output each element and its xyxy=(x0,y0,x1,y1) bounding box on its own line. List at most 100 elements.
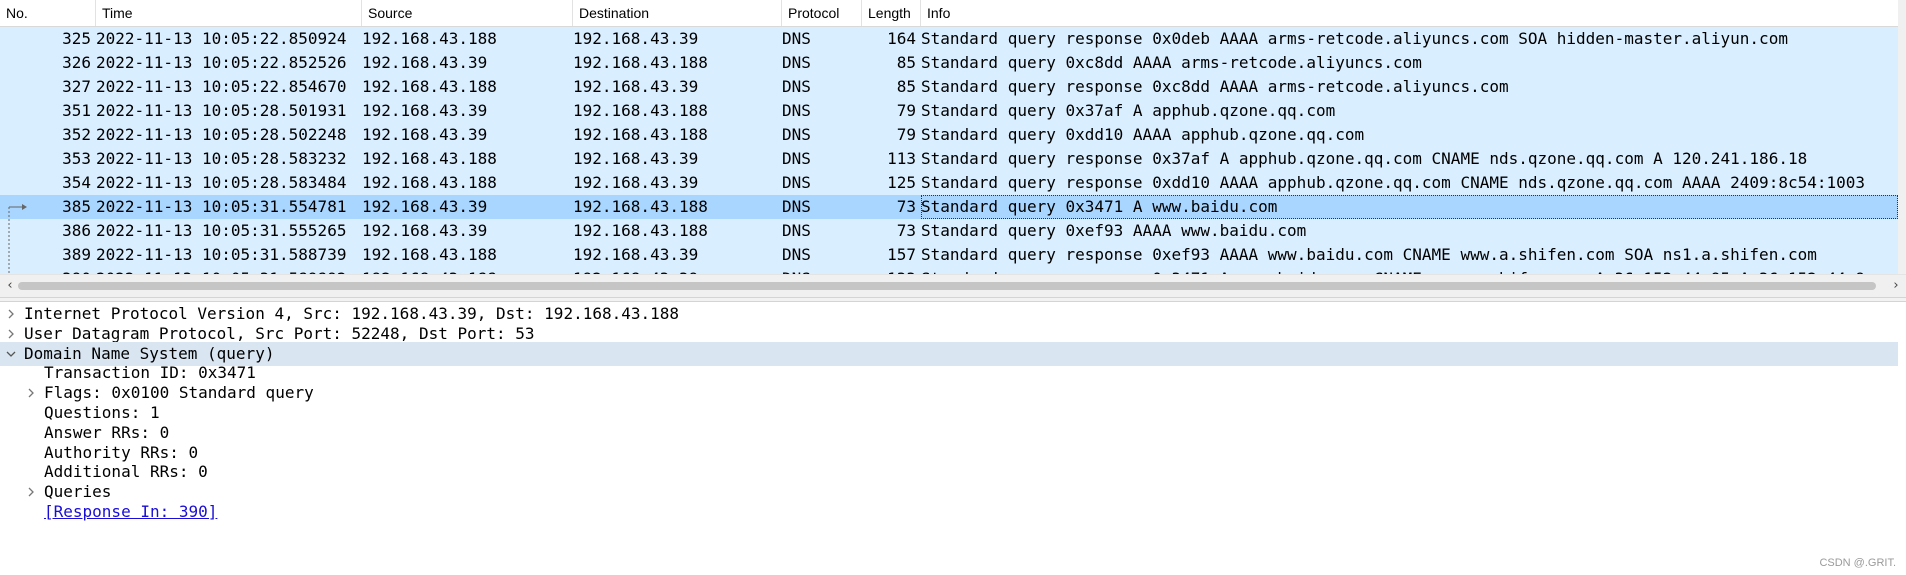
packet-list-header: No. Time Source Destination Protocol Len… xyxy=(0,0,1906,27)
packet-row[interactable]: 390 2022-11-13 10:05:31.589892 192.168.43.… xyxy=(0,267,1898,274)
packet-destination: 192.168.43.39 xyxy=(573,77,699,96)
packet-no: 390 xyxy=(0,267,91,274)
column-header-destination[interactable]: Destination xyxy=(573,0,782,26)
packet-protocol: DNS xyxy=(782,221,811,240)
packet-destination: 192.168.43.39 xyxy=(573,29,699,48)
packet-no: 386 xyxy=(62,221,91,240)
packet-length: 85 xyxy=(896,53,916,72)
packet-row[interactable]: 327 2022-11-13 10:05:22.854670 192.168.43.… xyxy=(0,75,1898,99)
packet-row[interactable]: 352 2022-11-13 10:05:28.502248 192.168.43.… xyxy=(0,123,1898,147)
packet-no: 385 xyxy=(62,197,91,216)
packet-length: 157 xyxy=(887,245,916,264)
packet-length: 133 xyxy=(862,267,916,274)
packet-no: 389 xyxy=(62,245,91,264)
packet-list-pane[interactable]: No. Time Source Destination Protocol Len… xyxy=(0,0,1906,298)
scroll-left-icon[interactable]: ‹ xyxy=(2,277,18,295)
packet-length: 79 xyxy=(896,101,916,120)
packet-source: 192.168.43.188 xyxy=(362,267,570,274)
packet-source: 192.168.43.188 xyxy=(362,77,497,96)
packet-time: 2022-11-13 10:05:31.589892 xyxy=(96,267,358,274)
packet-row[interactable]: 325 2022-11-13 10:05:22.850924 192.168.43.… xyxy=(0,27,1898,51)
packet-info: Standard query 0xdd10 AAAA apphub.qzone.… xyxy=(921,125,1365,144)
packet-source: 192.168.43.188 xyxy=(362,245,497,264)
packet-destination: 192.168.43.39 xyxy=(573,149,699,168)
packet-time: 2022-11-13 10:05:31.588739 xyxy=(96,245,347,264)
packet-no: 354 xyxy=(62,173,91,192)
packet-protocol: DNS xyxy=(782,267,859,274)
packet-row[interactable]: 351 2022-11-13 10:05:28.501931 192.168.43.… xyxy=(0,99,1898,123)
packet-source: 192.168.43.188 xyxy=(362,149,497,168)
packet-source: 192.168.43.39 xyxy=(362,125,488,144)
packet-protocol: DNS xyxy=(782,149,811,168)
packet-time: 2022-11-13 10:05:28.583232 xyxy=(96,149,347,168)
horizontal-scroll-thumb[interactable] xyxy=(18,282,1876,290)
column-header-no[interactable]: No. xyxy=(0,0,96,26)
packet-no: 327 xyxy=(62,77,91,96)
detail-tree-item[interactable]: [Response In: 390] xyxy=(0,500,1898,524)
column-header-time[interactable]: Time xyxy=(96,0,362,26)
packet-source: 192.168.43.39 xyxy=(362,221,488,240)
packet-info: Standard query 0xc8dd AAAA arms-retcode.… xyxy=(921,53,1422,72)
packet-row[interactable]: 386 2022-11-13 10:05:31.555265 192.168.43.… xyxy=(0,219,1898,243)
packet-row[interactable]: 326 2022-11-13 10:05:22.852526 192.168.43.… xyxy=(0,51,1898,75)
packet-info: Standard query 0x3471 A www.baidu.com xyxy=(921,195,1898,219)
column-header-source[interactable]: Source xyxy=(362,0,573,26)
packet-info: Standard query response 0xef93 AAAA www.… xyxy=(921,245,1817,264)
packet-time: 2022-11-13 10:05:31.554781 xyxy=(96,197,347,216)
packet-protocol: DNS xyxy=(782,245,811,264)
packet-row[interactable]: 353 2022-11-13 10:05:28.583232 192.168.43.… xyxy=(0,147,1898,171)
horizontal-scrollbar[interactable]: ‹ › xyxy=(0,274,1906,297)
packet-source: 192.168.43.39 xyxy=(362,101,488,120)
packet-length: 164 xyxy=(887,29,916,48)
packet-time: 2022-11-13 10:05:28.583484 xyxy=(96,173,347,192)
vertical-scrollbar[interactable] xyxy=(1898,0,1906,274)
packet-info: Standard query response 0x3471 A www.bai… xyxy=(921,267,1898,274)
packet-details-pane: Internet Protocol Version 4, Src: 192.16… xyxy=(0,302,1906,575)
packet-protocol: DNS xyxy=(782,197,811,216)
packet-destination: 192.168.43.188 xyxy=(573,53,708,72)
packet-destination: 192.168.43.39 xyxy=(573,267,780,274)
packet-time: 2022-11-13 10:05:31.555265 xyxy=(96,221,347,240)
packet-protocol: DNS xyxy=(782,53,811,72)
packet-no: 353 xyxy=(62,149,91,168)
packet-no: 352 xyxy=(62,125,91,144)
packet-length: 125 xyxy=(887,173,916,192)
packet-protocol: DNS xyxy=(782,29,811,48)
packet-destination: 192.168.43.188 xyxy=(573,221,708,240)
packet-time: 2022-11-13 10:05:28.501931 xyxy=(96,101,347,120)
packet-length: 73 xyxy=(896,221,916,240)
packet-info: Standard query 0xef93 AAAA www.baidu.com xyxy=(921,221,1307,240)
column-header-info[interactable]: Info xyxy=(921,0,1906,26)
packet-time: 2022-11-13 10:05:28.502248 xyxy=(96,125,347,144)
packet-protocol: DNS xyxy=(782,77,811,96)
packet-no: 351 xyxy=(62,101,91,120)
packet-length: 79 xyxy=(896,125,916,144)
packet-row[interactable]: 389 2022-11-13 10:05:31.588739 192.168.43.… xyxy=(0,243,1898,267)
packet-row[interactable]: 385 2022-11-13 10:05:31.554781 192.168.43.… xyxy=(0,195,1898,219)
column-header-protocol[interactable]: Protocol xyxy=(782,0,862,26)
packet-length: 73 xyxy=(896,197,916,216)
packet-source: 192.168.43.39 xyxy=(362,53,488,72)
column-header-length[interactable]: Length xyxy=(862,0,921,26)
packet-destination: 192.168.43.39 xyxy=(573,245,699,264)
packet-info: Standard query response 0xdd10 AAAA apph… xyxy=(921,173,1866,192)
packet-destination: 192.168.43.39 xyxy=(573,173,699,192)
packet-rows: 325 2022-11-13 10:05:22.850924 192.168.43.… xyxy=(0,27,1898,274)
packet-length: 113 xyxy=(887,149,916,168)
packet-time: 2022-11-13 10:05:22.854670 xyxy=(96,77,347,96)
packet-source: 192.168.43.188 xyxy=(362,29,497,48)
packet-info: Standard query response 0xc8dd AAAA arms… xyxy=(921,77,1509,96)
packet-time: 2022-11-13 10:05:22.850924 xyxy=(96,29,347,48)
packet-source: 192.168.43.39 xyxy=(362,197,488,216)
packet-protocol: DNS xyxy=(782,173,811,192)
scroll-right-icon[interactable]: › xyxy=(1888,277,1904,295)
packet-source: 192.168.43.188 xyxy=(362,173,497,192)
packet-protocol: DNS xyxy=(782,125,811,144)
packet-time: 2022-11-13 10:05:22.852526 xyxy=(96,53,347,72)
packet-info: Standard query response 0x0deb AAAA arms… xyxy=(921,29,1788,48)
packet-destination: 192.168.43.188 xyxy=(573,125,708,144)
response-in-link[interactable]: [Response In: 390] xyxy=(44,500,217,524)
packet-destination: 192.168.43.188 xyxy=(573,197,708,216)
packet-row[interactable]: 354 2022-11-13 10:05:28.583484 192.168.43.… xyxy=(0,171,1898,195)
packet-info: Standard query response 0x37af A apphub.… xyxy=(921,149,1808,168)
